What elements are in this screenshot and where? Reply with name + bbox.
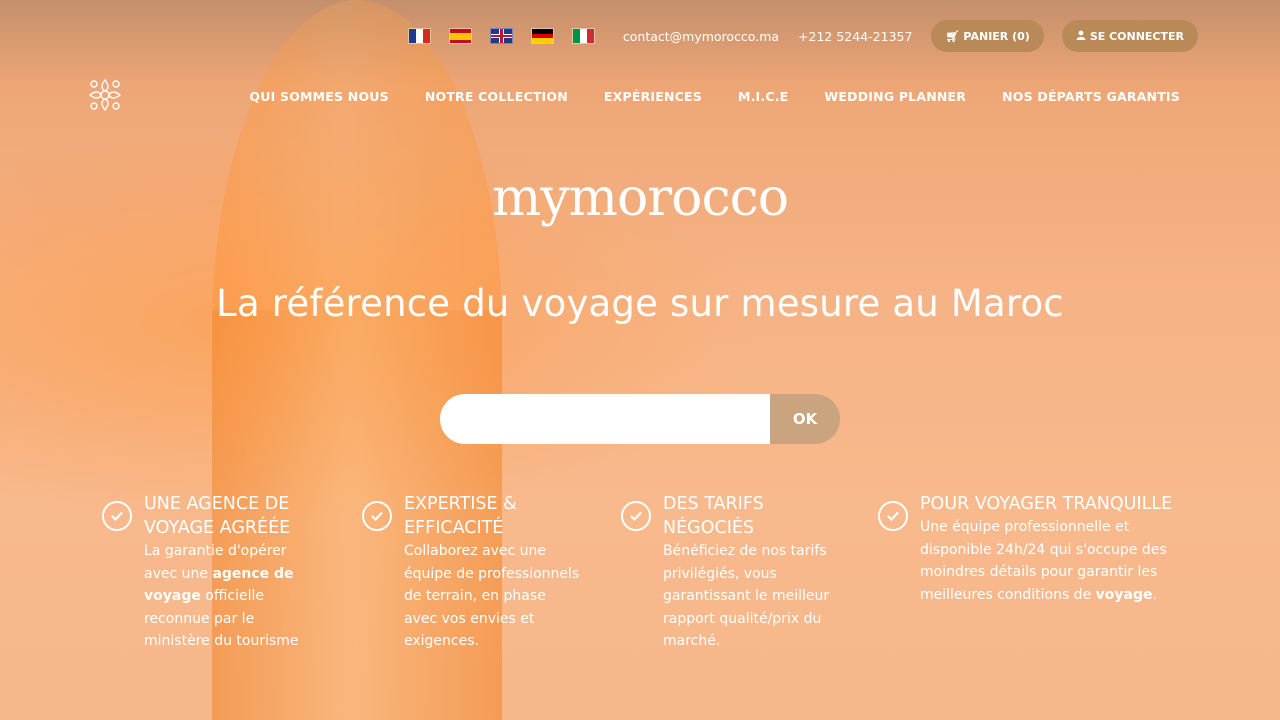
feature-body: UNE AGENCE DE VOYAGE AGRÉÉE La garantie …	[144, 492, 322, 653]
feature-body: POUR VOYAGER TRANQUILLE Une équipe profe…	[920, 492, 1178, 606]
nav-item-about[interactable]: QUI SOMMES NOUS	[249, 89, 388, 104]
brand-logo-text: mymorocco	[491, 168, 789, 228]
search-input[interactable]	[440, 394, 770, 444]
cart-icon: 🛒︎	[945, 29, 960, 43]
login-button[interactable]: SE CONNECTER	[1061, 20, 1198, 52]
feature-title: POUR VOYAGER TRANQUILLE	[920, 494, 1173, 514]
feature-body: DES TARIFS NÉGOCIÉS Bénéficiez de nos ta…	[663, 492, 841, 653]
login-button-label: SE CONNECTER	[1089, 29, 1184, 43]
feature-text: Bénéficiez de nos tarifs privilégiés, vo…	[663, 543, 830, 649]
feature-title: UNE AGENCE DE VOYAGE AGRÉÉE	[144, 494, 291, 538]
check-circle-icon	[102, 501, 132, 531]
user-icon	[1076, 30, 1086, 43]
feature-item: UNE AGENCE DE VOYAGE AGRÉÉE La garantie …	[102, 492, 322, 653]
flag-de-icon[interactable]	[530, 28, 554, 44]
feature-text: Une équipe professionnelle et disponible…	[920, 519, 1167, 603]
check-circle-icon	[362, 501, 392, 531]
flag-gb-icon[interactable]	[489, 28, 513, 44]
search-form: OK	[440, 394, 840, 444]
feature-item: POUR VOYAGER TRANQUILLE Une équipe profe…	[878, 492, 1178, 606]
main-nav: QUI SOMMES NOUS NOTRE COLLECTION EXPÉRIE…	[213, 89, 1180, 104]
feature-title: DES TARIFS NÉGOCIÉS	[663, 494, 764, 538]
cart-button-label: PANIER (0)	[963, 29, 1030, 43]
flag-fr-icon[interactable]	[407, 28, 431, 44]
contact-phone-link[interactable]: +212 5244-21357	[798, 29, 912, 44]
check-circle-icon	[878, 501, 908, 531]
feature-item: DES TARIFS NÉGOCIÉS Bénéficiez de nos ta…	[621, 492, 841, 653]
flag-es-icon[interactable]	[448, 28, 472, 44]
cart-button[interactable]: 🛒︎ PANIER (0)	[931, 20, 1044, 52]
nav-item-collection[interactable]: NOTRE COLLECTION	[425, 89, 568, 104]
page: contact@mymorocco.ma +212 5244-21357 🛒︎ …	[0, 0, 1280, 720]
feature-item: EXPERTISE & EFFICACITÉ Collaborez avec u…	[362, 492, 582, 653]
contact-email-link[interactable]: contact@mymorocco.ma	[623, 29, 779, 44]
language-flags	[407, 28, 613, 44]
feature-text: La garantie d'opérer avec une agence de …	[144, 543, 299, 649]
check-circle-icon	[621, 501, 651, 531]
nav-item-mice[interactable]: M.I.C.E	[738, 89, 788, 104]
logo-mark-icon[interactable]	[88, 78, 122, 112]
nav-item-experiences[interactable]: EXPÉRIENCES	[604, 89, 702, 104]
feature-body: EXPERTISE & EFFICACITÉ Collaborez avec u…	[404, 492, 582, 653]
feature-title: EXPERTISE & EFFICACITÉ	[404, 494, 517, 538]
flag-it-icon[interactable]	[571, 28, 595, 44]
search-submit-button[interactable]: OK	[770, 394, 840, 444]
feature-text: Collaborez avec une équipe de profession…	[404, 543, 580, 649]
nav-item-wedding-planner[interactable]: WEDDING PLANNER	[824, 89, 966, 104]
top-bar: contact@mymorocco.ma +212 5244-21357 🛒︎ …	[407, 20, 1198, 52]
hero-headline: La référence du voyage sur mesure au Mar…	[216, 282, 1064, 325]
nav-item-guaranteed-departures[interactable]: NOS DÉPARTS GARANTIS	[1002, 89, 1180, 104]
